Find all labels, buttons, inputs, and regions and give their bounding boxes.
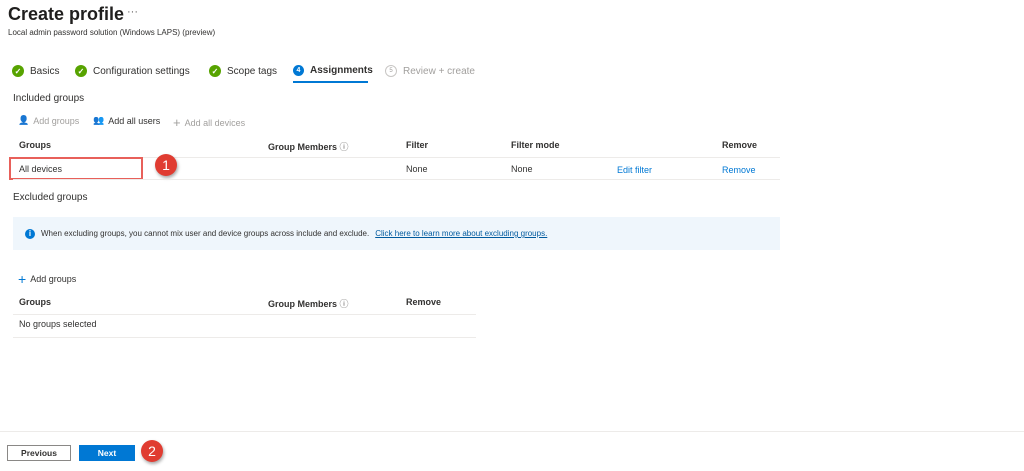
highlight-box — [9, 157, 143, 180]
info-icon: ⓘ — [339, 142, 349, 152]
page-subtitle: Local admin password solution (Windows L… — [8, 28, 216, 37]
empty-state: No groups selected — [19, 319, 97, 329]
tab-review-create: 5 Review + create — [385, 65, 475, 77]
tab-label: Assignments — [310, 65, 373, 76]
plus-icon: + — [18, 271, 27, 287]
table-row-filter: None — [406, 164, 428, 174]
info-text: When excluding groups, you cannot mix us… — [41, 229, 370, 238]
column-groups: Groups — [19, 140, 52, 150]
info-icon: i — [25, 228, 35, 239]
annotation-badge-1: 1 — [155, 154, 177, 176]
info-banner: i When excluding groups, you cannot mix … — [13, 217, 780, 250]
column-filter-mode: Filter mode — [511, 140, 560, 150]
column-groups: Groups — [19, 297, 52, 307]
footer-divider — [0, 431, 1024, 432]
remove-link[interactable]: Remove — [722, 165, 756, 175]
check-icon: ✓ — [12, 65, 24, 77]
users-icon: 👥 — [93, 115, 105, 125]
edit-filter-link[interactable]: Edit filter — [617, 165, 652, 175]
label: Group Members — [268, 299, 338, 309]
label: Add groups — [30, 274, 77, 284]
previous-button[interactable]: Previous — [7, 445, 71, 461]
add-groups-button: 👤 Add groups — [18, 115, 79, 126]
step-number-icon: 4 — [293, 65, 304, 76]
tab-assignments[interactable]: 4 Assignments — [293, 65, 373, 76]
label: Add all devices — [184, 117, 246, 128]
check-icon: ✓ — [209, 65, 221, 77]
check-icon: ✓ — [75, 65, 87, 77]
annotation-badge-2: 2 — [141, 440, 163, 462]
page-title: Create profile — [8, 4, 125, 24]
column-filter: Filter — [406, 140, 429, 150]
label: Add all users — [108, 115, 161, 126]
add-user-icon: 👤 — [18, 115, 30, 125]
tab-label: Scope tags — [227, 65, 278, 77]
column-group-members: Group Members ⓘ — [268, 140, 349, 153]
add-all-devices-button: + Add all devices — [173, 115, 245, 130]
step-number-icon: 5 — [385, 65, 397, 77]
divider — [13, 314, 476, 315]
label: Group Members — [268, 142, 338, 152]
tab-scope-tags[interactable]: ✓ Scope tags — [209, 65, 277, 77]
add-excluded-groups-button[interactable]: + Add groups — [18, 271, 76, 287]
add-all-users-button[interactable]: 👥 Add all users — [93, 115, 160, 126]
tab-label: Basics — [30, 65, 60, 77]
label: Add groups — [33, 115, 80, 126]
tab-configuration-settings[interactable]: ✓ Configuration settings — [75, 65, 190, 77]
tab-label: Review + create — [403, 65, 475, 77]
table-row-filter-mode: None — [511, 164, 533, 174]
column-group-members: Group Members ⓘ — [268, 297, 349, 310]
active-tab-underline — [293, 81, 368, 83]
more-options-icon[interactable]: ··· — [127, 6, 138, 18]
next-button[interactable]: Next — [79, 445, 135, 461]
tab-label: Configuration settings — [93, 65, 190, 77]
column-remove: Remove — [722, 140, 758, 150]
divider — [13, 337, 476, 338]
included-groups-heading: Included groups — [13, 93, 85, 104]
info-icon: ⓘ — [339, 299, 349, 309]
column-remove: Remove — [406, 297, 442, 307]
learn-more-link[interactable]: Click here to learn more about excluding… — [375, 229, 547, 238]
excluded-groups-heading: Excluded groups — [13, 192, 88, 203]
tab-basics[interactable]: ✓ Basics — [12, 65, 59, 77]
divider — [13, 179, 780, 180]
plus-icon: + — [173, 115, 181, 130]
